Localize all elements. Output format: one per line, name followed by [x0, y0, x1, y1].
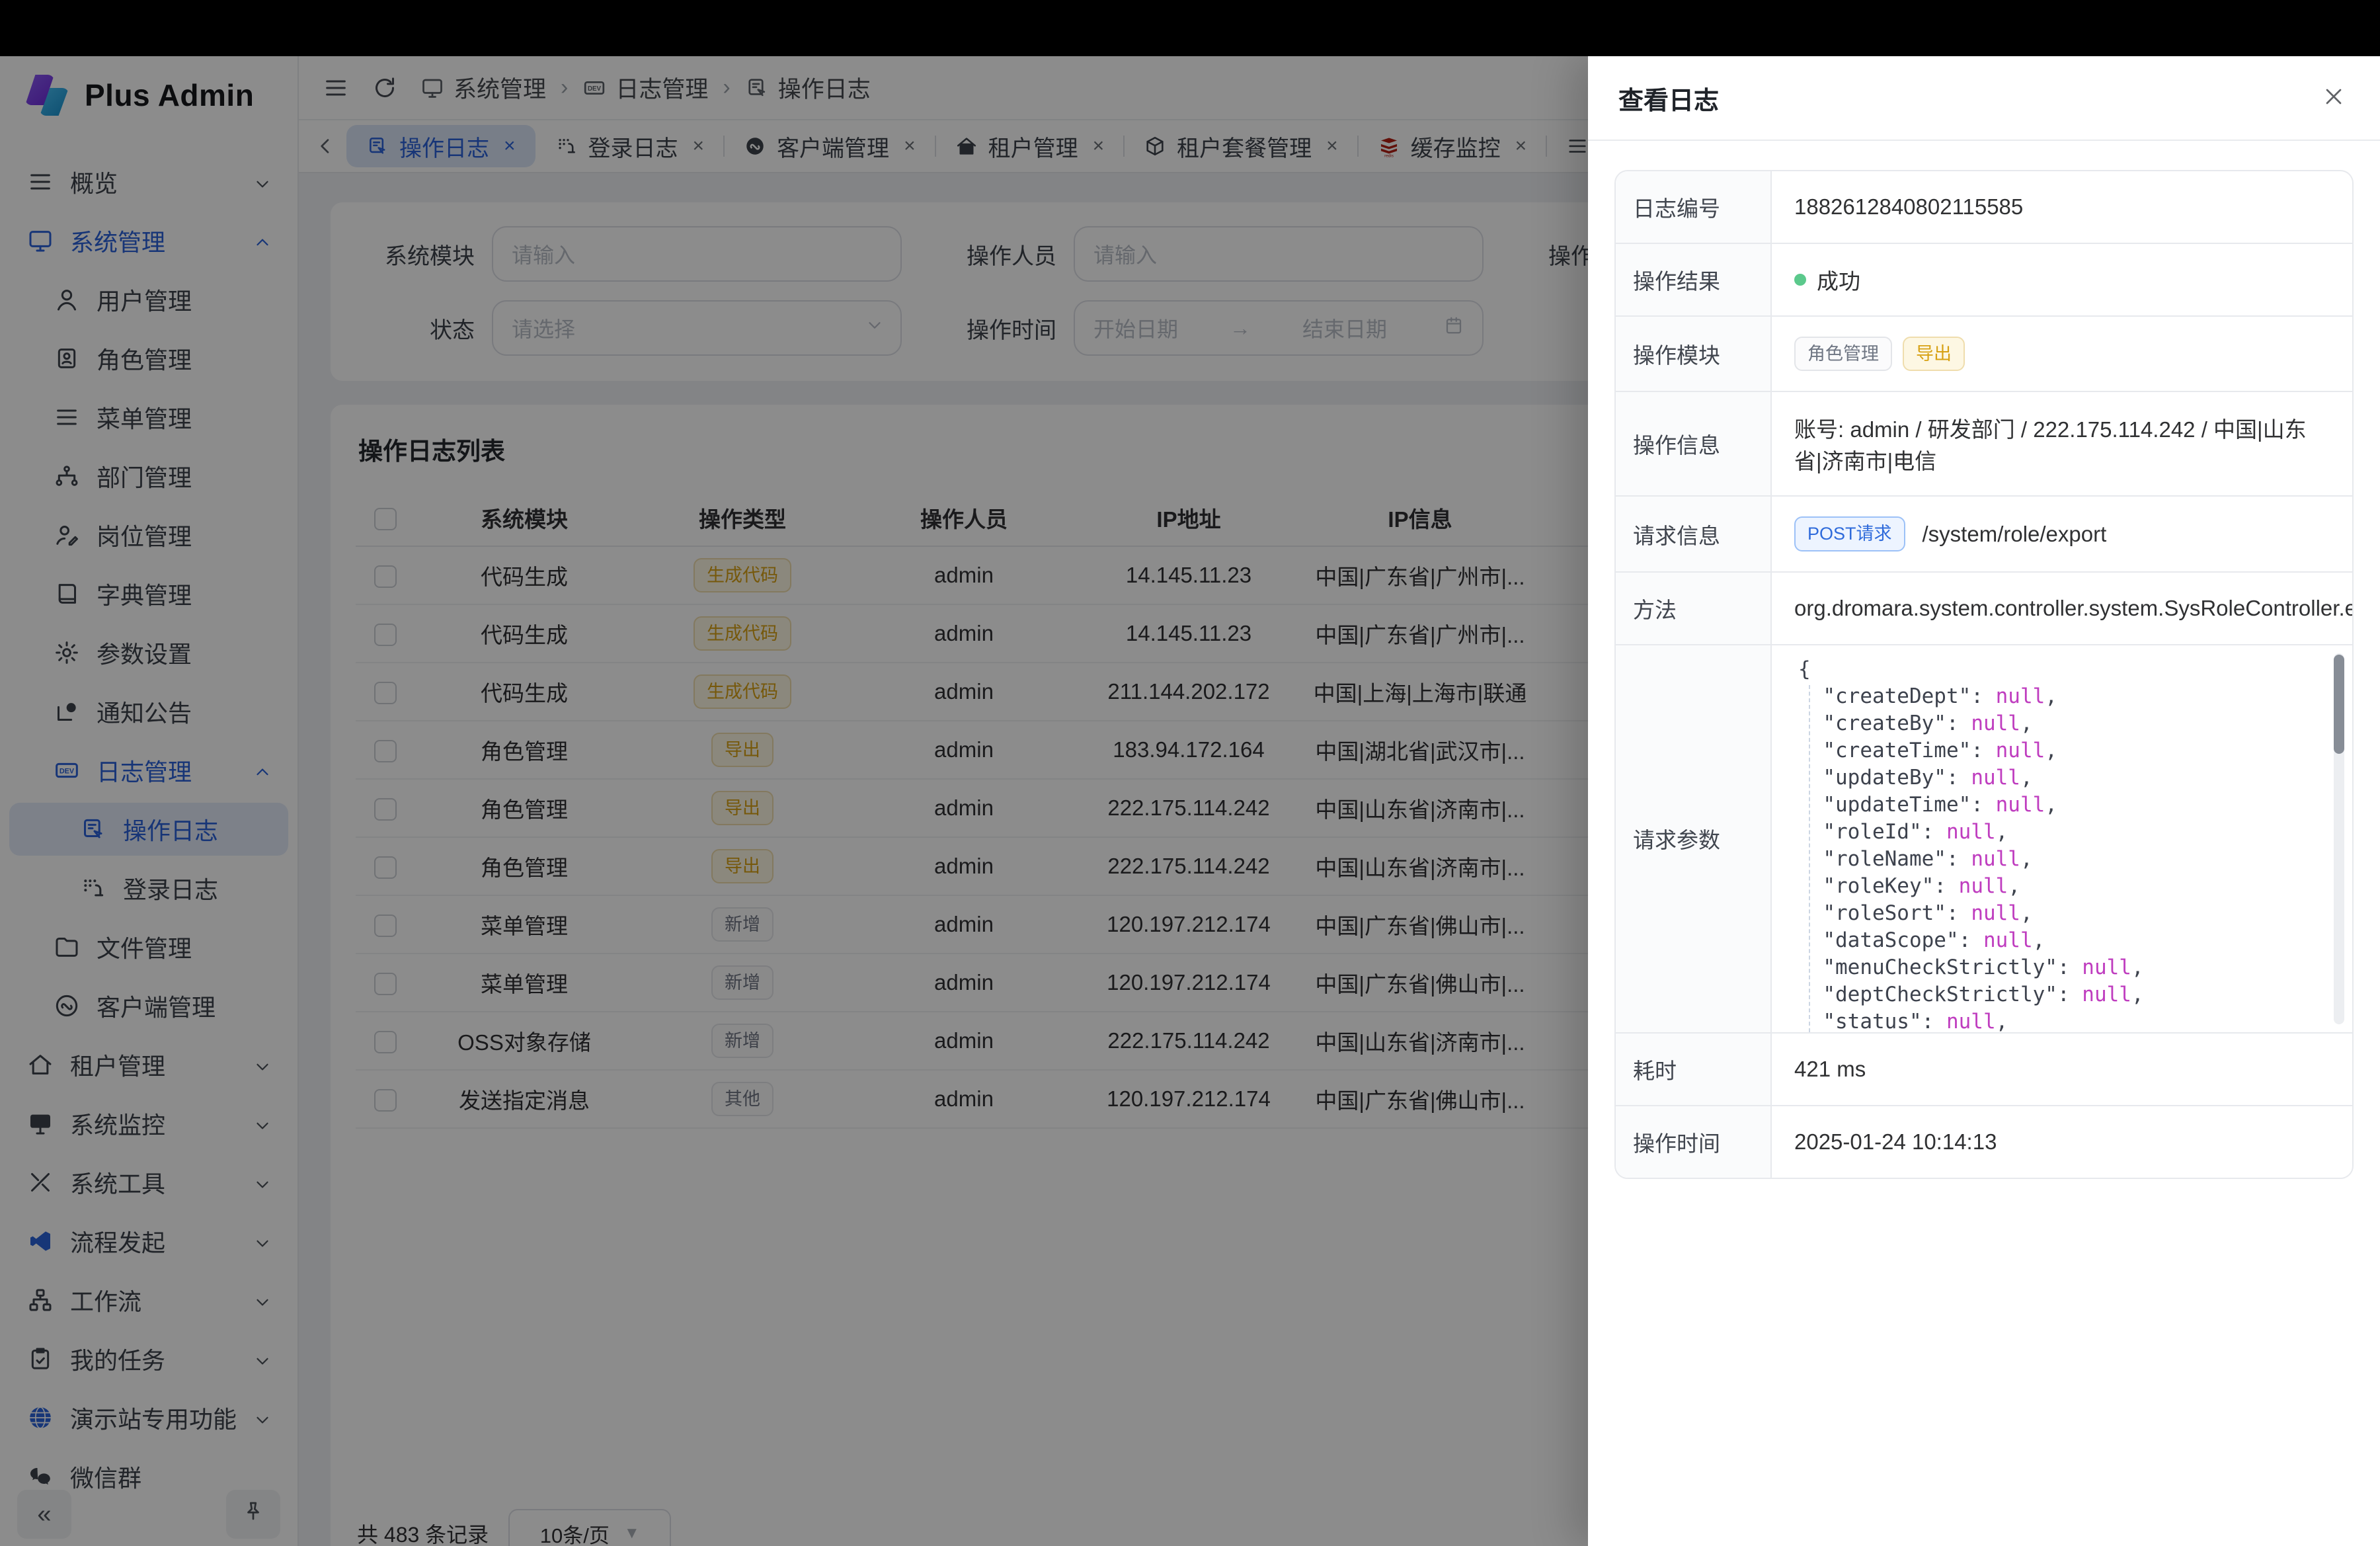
success-dot-icon: [1794, 274, 1806, 286]
detail-label: 请求参数: [1616, 645, 1772, 1032]
detail-value: 成功: [1772, 244, 2352, 315]
module-tag: 角色管理: [1794, 337, 1892, 371]
detail-value: POST请求/system/role/export: [1772, 497, 2352, 571]
detail-label: 操作信息: [1616, 392, 1772, 495]
detail-value: { "createDept": null, "createBy": null, …: [1772, 645, 2352, 1032]
detail-value: org.dromara.system.controller.system.Sys…: [1772, 573, 2352, 644]
screen-top-strip: [0, 0, 2380, 56]
detail-row-日志编号: 日志编号1882612840802115585: [1616, 171, 2352, 244]
detail-value: 2025-01-24 10:14:13: [1772, 1106, 2352, 1178]
detail-label: 请求信息: [1616, 497, 1772, 571]
detail-row-方法: 方法org.dromara.system.controller.system.S…: [1616, 573, 2352, 645]
detail-label: 操作时间: [1616, 1106, 1772, 1178]
detail-row-请求信息: 请求信息POST请求/system/role/export: [1616, 497, 2352, 572]
drawer-title: 查看日志: [1618, 80, 1719, 116]
detail-label: 方法: [1616, 573, 1772, 644]
detail-value: 1882612840802115585: [1772, 171, 2352, 243]
view-log-drawer: 查看日志 日志编号1882612840802115585操作结果成功操作模块角色…: [1588, 56, 2380, 1546]
detail-label: 操作结果: [1616, 244, 1772, 315]
detail-row-操作信息: 操作信息账号: admin / 研发部门 / 222.175.114.242 /…: [1616, 392, 2352, 497]
close-icon[interactable]: [2320, 83, 2350, 112]
detail-value: 421 ms: [1772, 1034, 2352, 1105]
detail-row-耗时: 耗时421 ms: [1616, 1034, 2352, 1106]
request-params-code[interactable]: { "createDept": null, "createBy": null, …: [1772, 645, 2352, 1032]
detail-value: 角色管理导出: [1772, 317, 2352, 391]
detail-row-请求参数: 请求参数{ "createDept": null, "createBy": nu…: [1616, 645, 2352, 1034]
indent-guide: [1809, 685, 1810, 1032]
detail-row-操作结果: 操作结果成功: [1616, 244, 2352, 317]
detail-value: 账号: admin / 研发部门 / 222.175.114.242 / 中国|…: [1772, 392, 2352, 495]
drawer-header: 查看日志: [1588, 56, 2380, 141]
http-method-tag: POST请求: [1794, 516, 1905, 551]
module-tag: 导出: [1903, 337, 1965, 371]
detail-label: 耗时: [1616, 1034, 1772, 1105]
detail-label: 日志编号: [1616, 171, 1772, 243]
detail-label: 操作模块: [1616, 317, 1772, 391]
detail-row-操作模块: 操作模块角色管理导出: [1616, 317, 2352, 392]
log-detail-table: 日志编号1882612840802115585操作结果成功操作模块角色管理导出操…: [1614, 170, 2354, 1179]
code-scrollbar-thumb[interactable]: [2334, 655, 2344, 754]
drawer-body: 日志编号1882612840802115585操作结果成功操作模块角色管理导出操…: [1588, 141, 2380, 1208]
detail-row-操作时间: 操作时间2025-01-24 10:14:13: [1616, 1106, 2352, 1178]
